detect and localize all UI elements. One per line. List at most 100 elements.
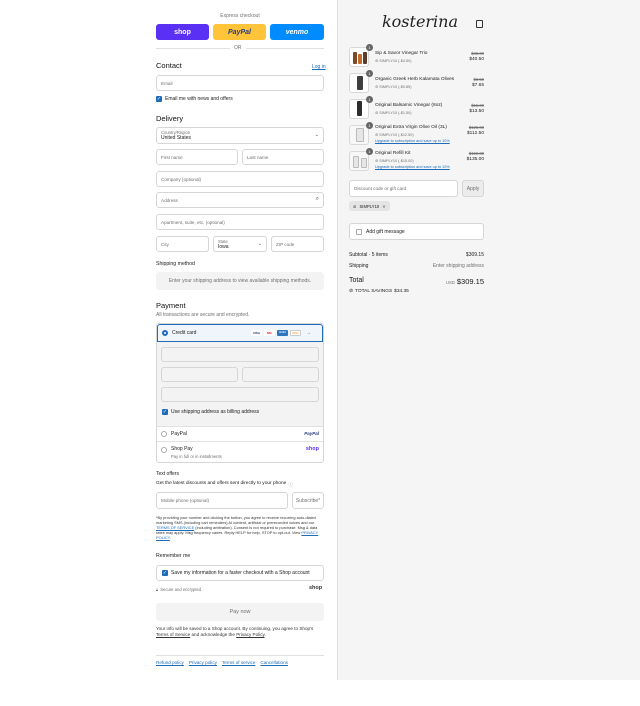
security-code-field[interactable] bbox=[242, 367, 319, 382]
zip-field[interactable]: ZIP code bbox=[271, 236, 324, 252]
product-original-price: $45.00 bbox=[471, 51, 484, 56]
state-select[interactable]: State Iowa ⌄ bbox=[213, 236, 267, 252]
tag-icon: ⊘ bbox=[353, 203, 357, 209]
billing-address-checkbox[interactable]: ✓ Use shipping address as billing addres… bbox=[162, 409, 259, 415]
total-amount: USD $309.15 bbox=[430, 277, 484, 286]
tin-image bbox=[353, 156, 359, 168]
newsletter-checkbox[interactable]: ✓ Email me with news and offers bbox=[156, 96, 233, 102]
email-placeholder: Email bbox=[161, 80, 173, 86]
total-savings: ⊘ TOTAL SAVINGS $34.35 bbox=[349, 289, 409, 294]
tin-image bbox=[361, 158, 367, 168]
text-offers-subtitle-row: Get the latest discounts and offers sent… bbox=[156, 481, 293, 488]
card-number-field[interactable] bbox=[161, 347, 319, 362]
shop-pay-subtitle: Pay in full or in installments bbox=[171, 454, 222, 459]
paypal-button[interactable]: PayPal bbox=[213, 24, 266, 40]
privacy-policy-link[interactable]: Privacy policy bbox=[189, 660, 217, 665]
product-name: Organic Greek Herb Kalamata Olives bbox=[375, 77, 455, 82]
country-value: United States bbox=[161, 135, 192, 141]
checkbox-checked-icon: ✓ bbox=[162, 409, 168, 415]
apply-button[interactable]: Apply bbox=[462, 180, 484, 197]
shopping-bag-icon[interactable] bbox=[476, 20, 483, 28]
footer-divider bbox=[156, 655, 324, 656]
shop-terms-link[interactable]: Terms of Service bbox=[156, 632, 190, 637]
product-thumbnail bbox=[349, 99, 369, 119]
payment-heading: Payment bbox=[156, 301, 186, 310]
express-checkout-title: Express checkout bbox=[220, 13, 260, 19]
paypal-option[interactable]: PayPal PayPal bbox=[157, 426, 323, 441]
checkbox-checked-icon: ✓ bbox=[162, 570, 168, 576]
name-on-card-field[interactable] bbox=[161, 387, 319, 402]
product-thumbnail bbox=[349, 151, 369, 171]
product-discount: ⊘ SIMPLY10 (-$1.50) bbox=[375, 110, 411, 115]
bottle-image bbox=[357, 101, 362, 116]
gift-message-option[interactable]: Add gift message bbox=[349, 223, 484, 240]
brand-logo[interactable]: kosterina bbox=[380, 12, 460, 31]
shop-pay-button[interactable]: shop bbox=[156, 24, 209, 40]
venmo-button[interactable]: venmo bbox=[270, 24, 324, 40]
card-fields-area: ✓ Use shipping address as billing addres… bbox=[157, 342, 323, 426]
product-price: $7.65 bbox=[471, 83, 484, 88]
product-discount-text: SIMPLY10 (-$15.00) bbox=[379, 159, 414, 163]
country-select[interactable]: Country/Region United States ⌄ bbox=[156, 127, 324, 144]
info-icon: ⓘ bbox=[288, 483, 294, 488]
cancellations-link[interactable]: Cancellations bbox=[260, 660, 288, 665]
quantity-badge: 1 bbox=[366, 122, 373, 129]
product-discount-text: SIMPLY10 (-$4.50) bbox=[379, 59, 412, 63]
product-price: $112.50 bbox=[467, 131, 484, 136]
lock-icon: 🔒︎ bbox=[156, 587, 159, 592]
product-original-price: $125.00 bbox=[468, 125, 484, 130]
upgrade-subscription-link[interactable]: Upgrade to subscription and save up to 1… bbox=[375, 165, 450, 169]
product-thumbnail bbox=[349, 125, 369, 145]
first-name-field[interactable]: First name bbox=[156, 149, 238, 165]
tin-image bbox=[356, 128, 364, 142]
shop-privacy-link[interactable]: Privacy Policy bbox=[236, 632, 264, 637]
quantity-badge: 1 bbox=[366, 148, 373, 155]
quantity-badge: 1 bbox=[366, 70, 373, 77]
subtotal-label: Subtotal · 5 items bbox=[349, 252, 388, 258]
apartment-placeholder: Apartment, suite, etc. (optional) bbox=[161, 219, 225, 225]
city-field[interactable]: City bbox=[156, 236, 209, 252]
expiration-field[interactable] bbox=[161, 367, 238, 382]
mobile-phone-field[interactable]: Mobile phone (optional) bbox=[156, 492, 288, 509]
shop-pay-option[interactable]: Shop Pay Pay in full or in installments … bbox=[157, 441, 323, 462]
bottle-image bbox=[358, 54, 362, 64]
remove-icon[interactable]: ✕ bbox=[382, 204, 386, 209]
last-name-field[interactable]: Last name bbox=[242, 149, 324, 165]
total-value: $309.15 bbox=[456, 277, 484, 286]
remember-me-checkbox[interactable]: ✓ Save my information for a faster check… bbox=[156, 565, 324, 581]
upgrade-subscription-link[interactable]: Upgrade to subscription and save up to 1… bbox=[375, 139, 450, 143]
venmo-logo: venmo bbox=[285, 28, 309, 36]
billing-label: Use shipping address as billing address bbox=[171, 409, 260, 415]
company-field[interactable]: Company (optional) bbox=[156, 171, 324, 187]
product-original-price: $8.50 bbox=[473, 77, 484, 82]
refund-policy-link[interactable]: Refund policy bbox=[156, 660, 184, 665]
product-discount: ⊘ SIMPLY10 (-$12.50) bbox=[375, 132, 414, 137]
shop-consent: Your info will be saved to a Shop accoun… bbox=[156, 626, 324, 638]
subscribe-button[interactable]: Subscribe* bbox=[292, 492, 324, 509]
product-name: Original Extra Virgin Olive Oil (3L) bbox=[375, 125, 447, 130]
applied-discount-tag: ⊘ SIMPLY10 ✕ bbox=[349, 201, 390, 211]
delivery-heading: Delivery bbox=[156, 114, 184, 123]
login-link[interactable]: Log in bbox=[312, 64, 326, 70]
applied-code: SIMPLY10 bbox=[359, 203, 380, 209]
shipping-label: Shipping bbox=[349, 263, 369, 269]
apartment-field[interactable]: Apartment, suite, etc. (optional) bbox=[156, 214, 324, 230]
product-original-price: $15.00 bbox=[471, 103, 484, 108]
paypal-logo: PayPal bbox=[228, 28, 251, 36]
terms-of-service-link[interactable]: Terms of service bbox=[222, 660, 255, 665]
subtotal-value: $309.15 bbox=[465, 252, 484, 258]
product-price: $135.00 bbox=[466, 157, 484, 162]
address-field[interactable]: Address ⌕ bbox=[156, 192, 324, 208]
order-summary-panel bbox=[337, 0, 640, 680]
credit-card-option[interactable]: Credit card VISA MC AMEX DISC → bbox=[157, 324, 323, 342]
quantity-badge: 1 bbox=[366, 96, 373, 103]
email-field[interactable]: Email bbox=[156, 75, 324, 91]
discount-code-field[interactable]: Discount code or gift card bbox=[349, 180, 458, 197]
total-label: Total bbox=[349, 277, 364, 284]
shop-pay-logo: shop bbox=[174, 28, 191, 36]
product-price: $13.50 bbox=[469, 109, 484, 114]
product-original-price: $150.00 bbox=[468, 151, 484, 156]
credit-card-label: Credit card bbox=[172, 330, 197, 336]
amex-icon: AMEX bbox=[277, 330, 288, 336]
pay-now-button[interactable]: Pay now bbox=[156, 603, 324, 621]
